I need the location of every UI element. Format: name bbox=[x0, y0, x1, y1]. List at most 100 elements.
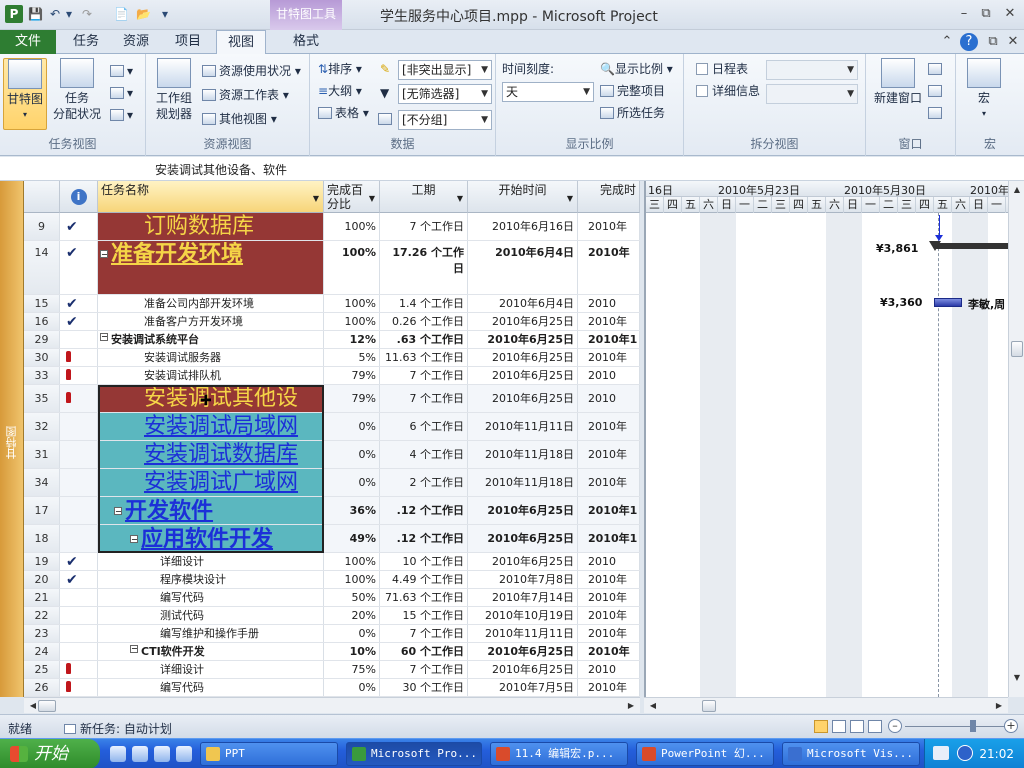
row-id[interactable]: 33 bbox=[24, 367, 60, 384]
task-name-cell[interactable]: − 安装调试系统平台 bbox=[98, 331, 324, 348]
undo-icon[interactable]: ↶ bbox=[50, 6, 60, 22]
row-id[interactable]: 15 bbox=[24, 295, 60, 312]
switch-window-button[interactable] bbox=[928, 104, 945, 122]
restore-icon[interactable]: ⧉ bbox=[976, 6, 996, 22]
percent-complete-cell[interactable]: 0% bbox=[324, 413, 380, 440]
finish-date-cell[interactable]: 2010 bbox=[578, 367, 640, 384]
table-row[interactable]: 26 编写代码 0% 30 个工作日 2010年7月5日 2010年 bbox=[24, 679, 640, 697]
task-name-cell[interactable]: 安装调试广域网 bbox=[98, 469, 324, 496]
task-usage-shortcut-icon[interactable] bbox=[832, 720, 846, 733]
tab-file[interactable]: 文件 bbox=[0, 30, 56, 54]
timeline-select[interactable]: ▼ bbox=[766, 60, 858, 80]
percent-complete-cell[interactable]: 75% bbox=[324, 661, 380, 678]
table-row[interactable]: 35 安装调试其他设 79% 7 个工作日 2010年6月25日 2010 bbox=[24, 385, 640, 413]
start-date-cell[interactable]: 2010年10月19日 bbox=[468, 607, 578, 624]
new-tasks-mode[interactable]: 新任务: 自动计划 bbox=[64, 720, 172, 737]
percent-complete-cell[interactable]: 100% bbox=[324, 571, 380, 588]
finish-date-cell[interactable]: 2010年 bbox=[578, 625, 640, 642]
quicklaunch-icon[interactable] bbox=[176, 746, 192, 762]
team-planner-button[interactable]: 工作组 规划器 bbox=[150, 58, 198, 122]
row-id[interactable]: 26 bbox=[24, 679, 60, 696]
arrange-all-button[interactable] bbox=[928, 60, 945, 78]
finish-date-cell[interactable]: 2010年 bbox=[578, 349, 640, 366]
table-row[interactable]: 20 ✔ 程序模块设计 100% 4.49 个工作日 2010年7月8日 2010年 bbox=[24, 571, 640, 589]
table-row[interactable]: 23 编写维护和操作手册 0% 7 个工作日 2010年11月11日 2010年 bbox=[24, 625, 640, 643]
table-row[interactable]: 22 测试代码 20% 15 个工作日 2010年10月19日 2010年 bbox=[24, 607, 640, 625]
row-id[interactable]: 23 bbox=[24, 625, 60, 642]
start-date-cell[interactable]: 2010年6月4日 bbox=[468, 295, 578, 312]
table-row[interactable]: 33 安装调试排队机 79% 7 个工作日 2010年6月25日 2010 bbox=[24, 367, 640, 385]
table-row[interactable]: 30 安装调试服务器 5% 11.63 个工作日 2010年6月25日 2010年 bbox=[24, 349, 640, 367]
start-button[interactable]: 开始 bbox=[0, 739, 100, 768]
collapse-icon[interactable]: − bbox=[100, 333, 108, 341]
duration-cell[interactable]: 1.4 个工作日 bbox=[380, 295, 468, 312]
start-date-cell[interactable]: 2010年6月25日 bbox=[468, 553, 578, 570]
resource-sheet-shortcut-icon[interactable] bbox=[868, 720, 882, 733]
percent-complete-cell[interactable]: 10% bbox=[324, 643, 380, 660]
duration-cell[interactable]: 11.63 个工作日 bbox=[380, 349, 468, 366]
task-name-cell[interactable]: 程序模块设计 bbox=[98, 571, 324, 588]
table-row[interactable]: 9 ✔ 订购数据库 100% 7 个工作日 2010年6月16日 2010年 bbox=[24, 213, 640, 241]
tab-task[interactable]: 任务 bbox=[66, 30, 106, 54]
taskbar-button[interactable]: PPT bbox=[200, 742, 338, 766]
scroll-thumb[interactable] bbox=[38, 700, 56, 712]
taskbar-button[interactable]: Microsoft Pro... bbox=[346, 742, 482, 766]
gantt-chart-button[interactable]: 甘特图 ▾ bbox=[3, 58, 47, 130]
entry-bar[interactable]: 安装调试其他设备、软件 bbox=[0, 157, 1024, 181]
collapse-icon[interactable]: − bbox=[130, 535, 138, 543]
view-bar[interactable]: 甘特图 bbox=[0, 181, 24, 697]
duration-cell[interactable]: 60 个工作日 bbox=[380, 643, 468, 660]
duration-cell[interactable]: 30 个工作日 bbox=[380, 679, 468, 696]
task-name-cell[interactable]: 安装调试排队机 bbox=[98, 367, 324, 384]
collapse-icon[interactable]: − bbox=[114, 507, 122, 515]
start-date-cell[interactable]: 2010年7月8日 bbox=[468, 571, 578, 588]
finish-date-cell[interactable]: 2010年 bbox=[578, 313, 640, 330]
task-name-cell[interactable]: 详细设计 bbox=[98, 553, 324, 570]
entire-project-button[interactable]: 完整项目 bbox=[600, 82, 665, 100]
header-id[interactable] bbox=[24, 181, 60, 213]
open-folder-icon[interactable]: 📂 bbox=[136, 6, 151, 22]
finish-date-cell[interactable]: 2010年1 bbox=[578, 497, 640, 524]
redo-icon[interactable]: ↷ bbox=[82, 6, 92, 22]
collapse-icon[interactable]: − bbox=[130, 645, 138, 653]
task-name-cell[interactable]: 编写代码 bbox=[98, 679, 324, 696]
zoom-slider-knob[interactable] bbox=[970, 720, 976, 732]
scroll-right-icon[interactable]: ▶ bbox=[992, 699, 1006, 713]
percent-complete-cell[interactable]: 100% bbox=[324, 295, 380, 312]
duration-cell[interactable]: 71.63 个工作日 bbox=[380, 589, 468, 606]
tab-format[interactable]: 格式 bbox=[278, 30, 334, 54]
percent-complete-cell[interactable]: 0% bbox=[324, 469, 380, 496]
percent-complete-cell[interactable]: 0% bbox=[324, 679, 380, 696]
table-row[interactable]: 25 详细设计 75% 7 个工作日 2010年6月25日 2010 bbox=[24, 661, 640, 679]
row-id[interactable]: 21 bbox=[24, 589, 60, 606]
sort-button[interactable]: ⇅排序 ▾ bbox=[318, 60, 362, 78]
task-name-cell[interactable]: 详细设计 bbox=[98, 661, 324, 678]
project-app-icon[interactable]: P bbox=[5, 5, 23, 23]
row-id[interactable]: 29 bbox=[24, 331, 60, 348]
duration-cell[interactable]: 7 个工作日 bbox=[380, 385, 468, 412]
row-id[interactable]: 30 bbox=[24, 349, 60, 366]
duration-cell[interactable]: 15 个工作日 bbox=[380, 607, 468, 624]
row-id[interactable]: 9 bbox=[24, 213, 60, 240]
scroll-up-icon[interactable]: ▲ bbox=[1010, 183, 1024, 197]
task-usage-button[interactable]: 任务 分配状况 bbox=[50, 58, 104, 122]
customize-qat-icon[interactable]: ▾ bbox=[162, 6, 168, 22]
percent-complete-cell[interactable]: 0% bbox=[324, 441, 380, 468]
table-row[interactable]: 17− 开发软件 36% .12 个工作日 2010年6月25日 2010年1 bbox=[24, 497, 640, 525]
row-id[interactable]: 34 bbox=[24, 469, 60, 496]
filter-dropdown-icon[interactable]: ▼ bbox=[313, 192, 319, 206]
summary-bar[interactable] bbox=[934, 243, 1008, 249]
finish-date-cell[interactable]: 2010年 bbox=[578, 643, 640, 660]
table-horizontal-scrollbar[interactable]: ◀ ▶ bbox=[24, 697, 640, 713]
start-date-cell[interactable]: 2010年11月11日 bbox=[468, 625, 578, 642]
taskbar-button[interactable]: PowerPoint 幻... bbox=[636, 742, 774, 766]
start-date-cell[interactable]: 2010年6月25日 bbox=[468, 313, 578, 330]
start-date-cell[interactable]: 2010年7月5日 bbox=[468, 679, 578, 696]
table-row[interactable]: 16 ✔ 准备客户方开发环境 100% 0.26 个工作日 2010年6月25日 2010年 bbox=[24, 313, 640, 331]
header-finish[interactable]: 完成时 bbox=[578, 181, 640, 213]
start-date-cell[interactable]: 2010年6月25日 bbox=[468, 661, 578, 678]
table-row[interactable]: 18− 应用软件开发 49% .12 个工作日 2010年6月25日 2010年1 bbox=[24, 525, 640, 553]
zoom-out-icon[interactable]: – bbox=[888, 719, 902, 733]
task-name-cell[interactable]: 准备公司内部开发环境 bbox=[98, 295, 324, 312]
details-checkbox[interactable]: 详细信息 bbox=[696, 82, 760, 100]
